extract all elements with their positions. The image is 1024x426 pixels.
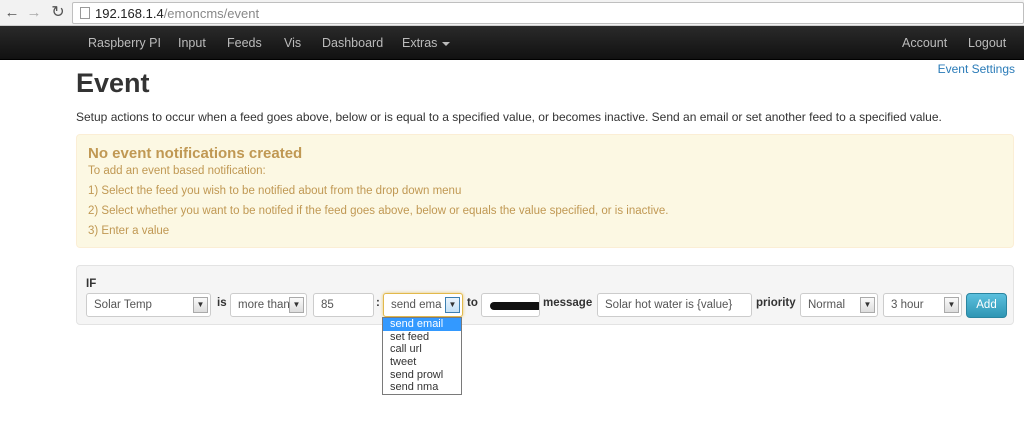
value-input[interactable]: 85 xyxy=(313,293,374,317)
alert-intro: To add an event based notification: xyxy=(88,165,266,177)
redacted-mark xyxy=(490,302,539,310)
message-input[interactable]: Solar hot water is {value} xyxy=(597,293,752,317)
message-label: message xyxy=(543,297,593,309)
option-send-email[interactable]: send email xyxy=(383,318,461,331)
condition-select[interactable]: more than ▼ xyxy=(230,293,307,317)
page-description: Setup actions to occur when a feed goes … xyxy=(76,110,942,124)
event-form: IF Solar Temp ▼ is more than ▼ 85 : send… xyxy=(76,265,1014,325)
option-tweet[interactable]: tweet xyxy=(383,356,461,369)
chevron-down-icon: ▼ xyxy=(944,297,959,313)
event-settings-link[interactable]: Event Settings xyxy=(938,62,1015,76)
action-dropdown-list: send email set feed call url tweet send … xyxy=(382,317,462,395)
nav-logout[interactable]: Logout xyxy=(968,26,1006,60)
nav-account[interactable]: Account xyxy=(902,26,947,60)
chevron-down-icon: ▼ xyxy=(193,297,208,313)
back-arrow-icon[interactable]: ← xyxy=(2,3,22,23)
no-events-alert: No event notifications created To add an… xyxy=(76,134,1014,248)
to-label: to xyxy=(467,297,478,309)
alert-step-3: 3) Enter a value xyxy=(88,225,170,237)
priority-label: priority xyxy=(756,297,796,309)
if-label: IF xyxy=(86,278,97,290)
chevron-down-icon: ▼ xyxy=(289,297,304,313)
page-icon xyxy=(80,7,90,19)
browser-toolbar: ← → ↻ 192.168.1.4/emoncms/event xyxy=(0,0,1024,26)
recipient-input[interactable] xyxy=(481,293,540,317)
option-send-prowl[interactable]: send prowl xyxy=(383,369,461,382)
alert-step-1: 1) Select the feed you wish to be notifi… xyxy=(88,185,462,197)
nav-input[interactable]: Input xyxy=(178,26,206,60)
priority-select[interactable]: Normal ▼ xyxy=(800,293,878,317)
colon-label: : xyxy=(376,297,380,309)
is-label: is xyxy=(217,297,227,309)
caret-down-icon xyxy=(442,41,451,46)
option-set-feed[interactable]: set feed xyxy=(383,331,461,344)
option-send-nma[interactable]: send nma xyxy=(383,381,461,394)
feed-select[interactable]: Solar Temp ▼ xyxy=(86,293,211,317)
chevron-down-icon: ▼ xyxy=(445,297,460,313)
reload-icon[interactable]: ↻ xyxy=(48,3,68,23)
nav-extras-dropdown[interactable]: Extras xyxy=(402,26,451,60)
interval-select[interactable]: 3 hour ▼ xyxy=(883,293,962,317)
page-title: Event xyxy=(76,68,150,98)
action-select[interactable]: send ema ▼ xyxy=(383,293,463,317)
main-navbar: Raspberry PI Input Feeds Vis Dashboard E… xyxy=(0,26,1024,60)
alert-step-2: 2) Select whether you want to be notifed… xyxy=(88,205,669,217)
nav-dashboard[interactable]: Dashboard xyxy=(322,26,383,60)
nav-feeds[interactable]: Feeds xyxy=(227,26,262,60)
nav-vis[interactable]: Vis xyxy=(284,26,301,60)
nav-raspberry-pi[interactable]: Raspberry PI xyxy=(88,26,161,60)
alert-title: No event notifications created xyxy=(88,145,303,162)
option-call-url[interactable]: call url xyxy=(383,343,461,356)
address-bar[interactable]: 192.168.1.4/emoncms/event xyxy=(72,2,1024,24)
chevron-down-icon: ▼ xyxy=(860,297,875,313)
url-text[interactable]: 192.168.1.4/emoncms/event xyxy=(95,6,259,21)
add-button[interactable]: Add xyxy=(966,293,1007,318)
forward-arrow-icon[interactable]: → xyxy=(24,3,44,23)
